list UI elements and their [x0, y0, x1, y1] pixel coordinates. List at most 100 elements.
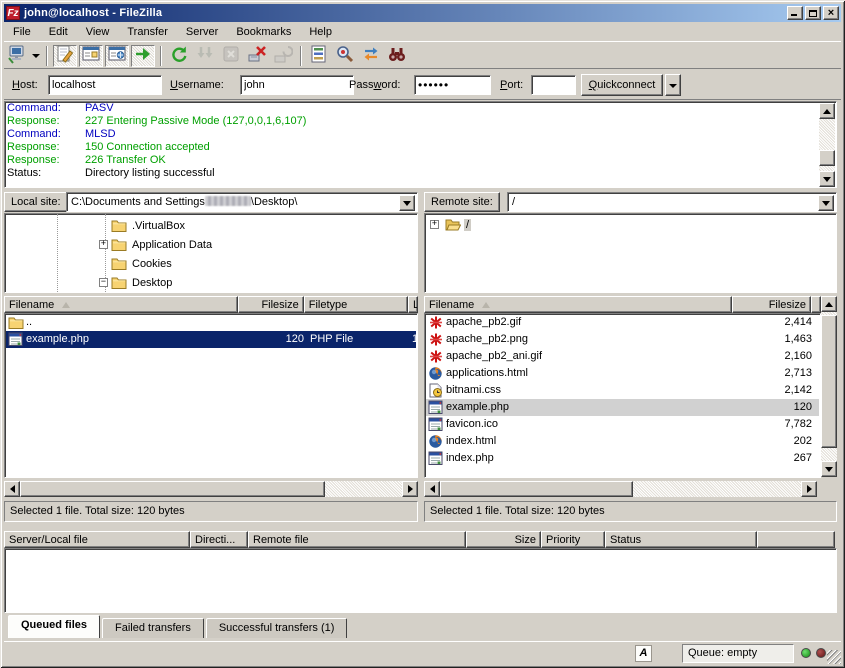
local-directory-tree: .VirtualBox +Application Data Cookies −Desk… [4, 213, 418, 293]
column-header-server-local-file[interactable]: Server/Local file [4, 531, 190, 548]
minimize-button[interactable] [787, 6, 803, 20]
menu-bookmarks[interactable]: Bookmarks [227, 24, 300, 41]
column-header-filetype[interactable]: Filetype [304, 296, 408, 313]
column-header-col6[interactable] [757, 531, 835, 548]
maximize-button[interactable] [805, 6, 821, 20]
scroll-down-button[interactable] [821, 461, 837, 477]
toggle-remote-tree-button[interactable] [105, 45, 129, 67]
remote-site-combobox[interactable]: / [507, 192, 837, 212]
file-row-index-php[interactable]: index.php267 [426, 450, 819, 467]
menu-edit[interactable]: Edit [40, 24, 77, 41]
tree-item-virtualbox[interactable]: .VirtualBox [99, 217, 187, 234]
menu-transfer[interactable]: Transfer [118, 24, 177, 41]
column-header-size[interactable]: Size [466, 531, 541, 548]
tree-item-cookies[interactable]: Cookies [99, 255, 174, 272]
menu-view[interactable]: View [77, 24, 119, 41]
find-files-button[interactable] [385, 45, 409, 67]
local-site-dropdown-button[interactable] [399, 195, 415, 211]
toggle-message-log-button[interactable] [53, 45, 77, 67]
port-field[interactable] [531, 75, 576, 95]
file-row-index-html[interactable]: index.html202 [426, 433, 819, 450]
compare-directories-button[interactable] [333, 45, 357, 67]
file-row-example-php[interactable]: example.php120PHP File1 [6, 331, 416, 348]
file-row-bitnami-css[interactable]: bitnami.css2,142 [426, 382, 819, 399]
file-size-cell: 120 [726, 399, 812, 416]
menu-server[interactable]: Server [177, 24, 227, 41]
tree-item-desktop[interactable]: −Desktop [99, 274, 174, 291]
column-header-col2[interactable] [811, 296, 821, 313]
scroll-left-button[interactable] [424, 481, 440, 497]
menu-file[interactable]: File [4, 24, 40, 41]
column-header-status[interactable]: Status [605, 531, 757, 548]
title-bar[interactable]: Fz john@localhost - FileZilla × [4, 4, 841, 22]
chevron-down-icon [822, 201, 830, 206]
cancel-operation-button[interactable] [219, 45, 243, 67]
remote-site-dropdown-button[interactable] [818, 195, 834, 211]
tab-failed-transfers[interactable]: Failed transfers [102, 618, 204, 638]
php-file-icon [428, 451, 444, 466]
expand-icon[interactable]: + [430, 220, 439, 229]
quickconnect-dropdown-button[interactable] [665, 74, 681, 96]
close-button[interactable]: × [823, 6, 839, 20]
column-header-label: Directi... [195, 532, 235, 548]
file-lastmodified-cell: 1 [412, 331, 418, 348]
column-header-directi[interactable]: Directi... [190, 531, 248, 548]
column-header-filename[interactable]: Filename [4, 296, 238, 313]
scroll-right-button[interactable] [801, 481, 817, 497]
scroll-thumb[interactable] [20, 481, 325, 497]
expand-icon[interactable]: + [99, 240, 108, 249]
transfer-queue-body[interactable] [4, 548, 837, 613]
toggle-message-log-icon [55, 44, 75, 67]
file-row-apache-pb2-ani-gif[interactable]: apache_pb2_ani.gif2,160 [426, 348, 819, 365]
tab-successful-transfers-1[interactable]: Successful transfers (1) [206, 618, 348, 638]
file-row-apache-pb2-gif[interactable]: apache_pb2.gif2,414 [426, 314, 819, 331]
file-row-example-php[interactable]: example.php120 [426, 399, 819, 416]
scroll-thumb[interactable] [821, 315, 837, 448]
column-header-filename[interactable]: Filename [424, 296, 732, 313]
disconnect-button[interactable] [245, 45, 269, 67]
username-field[interactable] [240, 75, 354, 95]
file-row-[interactable]: .. [6, 314, 416, 331]
tree-item-root[interactable]: +/ [430, 216, 471, 233]
tab-queued-files[interactable]: Queued files [8, 615, 100, 638]
password-field[interactable] [414, 75, 491, 95]
synchronized-browsing-button[interactable] [359, 45, 383, 67]
quickconnect-button[interactable]: Quickconnect [581, 74, 663, 96]
file-name-cell: index.html [446, 433, 726, 450]
scroll-right-button[interactable] [402, 481, 418, 497]
refresh-button[interactable] [167, 45, 191, 67]
site-manager-dropdown-button[interactable] [30, 45, 42, 67]
quickconnect-bar: Host:Username:Password:Port:Quickconnect [4, 70, 841, 100]
scroll-thumb[interactable] [440, 481, 633, 497]
toggle-local-tree-button[interactable] [79, 45, 103, 67]
process-queue-button[interactable] [193, 45, 217, 67]
local-site-combobox[interactable]: C:\Documents and Settings\Desktop\ [66, 192, 418, 212]
scroll-up-button[interactable] [819, 103, 835, 119]
folder-icon [111, 275, 127, 290]
site-manager-button[interactable] [5, 45, 29, 67]
scroll-thumb[interactable] [819, 150, 835, 166]
column-header-filesize[interactable]: Filesize [238, 296, 304, 313]
resize-grip[interactable] [827, 650, 841, 664]
column-header-priority[interactable]: Priority [541, 531, 605, 548]
scroll-down-button[interactable] [819, 171, 835, 187]
reconnect-button[interactable] [271, 45, 295, 67]
file-row-applications-html[interactable]: applications.html2,713 [426, 365, 819, 382]
directory-listing-filters-button[interactable] [307, 45, 331, 67]
status-bar: A Queue: empty [4, 641, 841, 664]
scroll-up-button[interactable] [821, 296, 837, 312]
file-row-apache-pb2-png[interactable]: apache_pb2.png1,463 [426, 331, 819, 348]
menu-help[interactable]: Help [300, 24, 341, 41]
tree-item-application-data[interactable]: +Application Data [99, 236, 214, 253]
file-size-cell: 202 [726, 433, 812, 450]
transfer-type-indicator[interactable]: A [635, 645, 652, 662]
toggle-transfer-queue-button[interactable] [131, 45, 155, 67]
host-field[interactable] [48, 75, 162, 95]
column-header-l[interactable]: L [408, 296, 418, 313]
column-header-filesize[interactable]: Filesize [732, 296, 811, 313]
file-name-cell: applications.html [446, 365, 726, 382]
file-row-favicon-ico[interactable]: favicon.ico7,782 [426, 416, 819, 433]
scroll-left-button[interactable] [4, 481, 20, 497]
collapse-icon[interactable]: − [99, 278, 108, 287]
column-header-remote-file[interactable]: Remote file [248, 531, 466, 548]
